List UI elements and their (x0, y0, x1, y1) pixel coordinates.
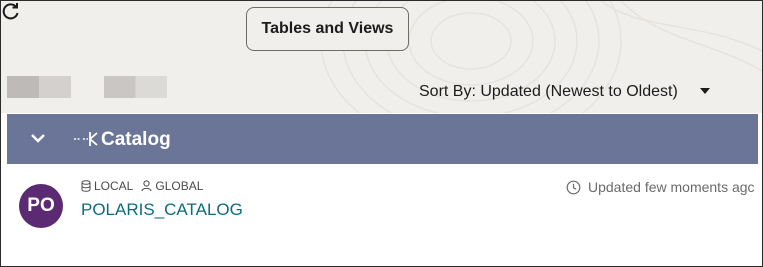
avatar: PO (19, 184, 63, 228)
catalog-name-link[interactable]: POLARIS_CATALOG (81, 200, 243, 220)
sort-by-dropdown[interactable]: Sort By: Updated (Newest to Oldest) (419, 83, 678, 101)
catalog-group-title: Catalog (101, 129, 171, 150)
top-toolbar-area: Tables and Views Sort By: Updated (Newes… (1, 1, 762, 113)
catalog-link-icon (74, 132, 98, 146)
chevron-down-icon[interactable] (29, 131, 47, 145)
global-tag: GLOBAL (141, 179, 203, 193)
tables-and-views-button[interactable]: Tables and Views (246, 7, 409, 51)
local-tag: LOCAL (81, 179, 133, 193)
catalog-group-header[interactable]: Catalog (7, 114, 758, 164)
caret-down-icon[interactable] (700, 88, 710, 94)
catalog-tags: LOCAL GLOBAL (81, 179, 211, 193)
catalog-page: Tables and Views Sort By: Updated (Newes… (0, 0, 763, 267)
updated-timestamp: Updated few moments agc (566, 179, 755, 195)
global-tag-label: GLOBAL (155, 179, 204, 193)
database-icon (81, 180, 91, 192)
loading-placeholder (7, 76, 71, 98)
refresh-icon[interactable] (1, 1, 21, 21)
updated-timestamp-text: Updated few moments agc (588, 179, 755, 195)
person-icon (141, 180, 152, 192)
loading-placeholder (104, 76, 167, 98)
local-tag-label: LOCAL (94, 179, 134, 193)
clock-icon (566, 180, 581, 194)
